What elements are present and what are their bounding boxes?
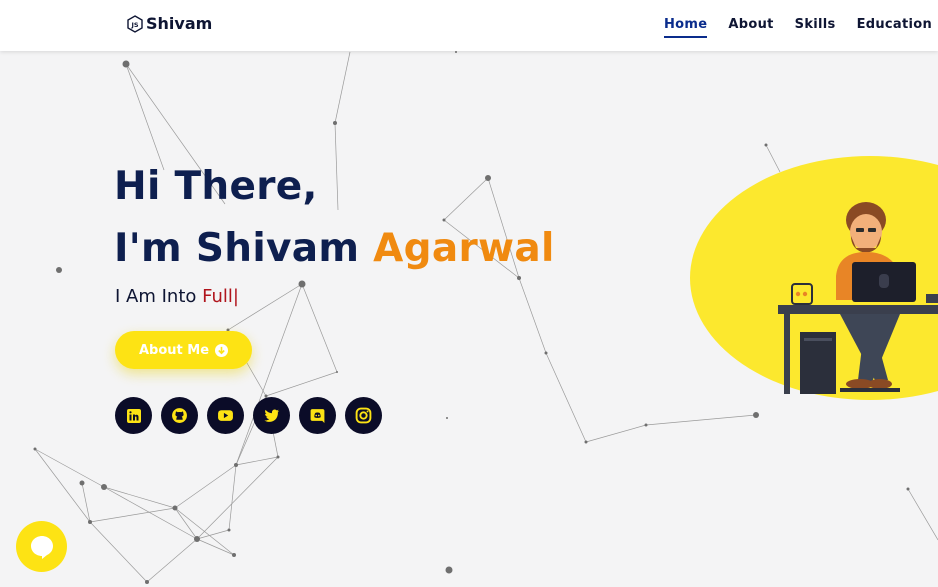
hero-name-line: I'm Shivam Agarwal [114,218,555,280]
nav-education[interactable]: Education [857,17,932,38]
chat-button[interactable] [16,521,67,572]
hero-name-accent: Agarwal [373,226,555,271]
instagram-icon[interactable] [345,397,382,434]
linkedin-icon[interactable] [115,397,152,434]
hero-heading: Hi There, I'm Shivam Agarwal [114,156,555,280]
developer-illustration [690,156,938,400]
logo[interactable]: JS Shivam [126,14,212,33]
hero-greeting-line: Hi There, [114,164,318,209]
twitter-icon[interactable] [253,397,290,434]
about-me-button[interactable]: About Me [115,331,252,369]
about-me-label: About Me [138,342,210,358]
nav-home[interactable]: Home [664,17,708,38]
arrow-down-circle-icon [215,343,229,357]
typed-word: Full| [202,286,239,307]
js-logo-icon: JS [127,14,143,33]
discord-icon[interactable] [299,397,336,434]
logo-text: Shivam [146,14,213,33]
typing-prefix: I Am Into [115,286,197,307]
navbar: JS Shivam Home About Skills Education W [0,0,938,51]
nav-skills[interactable]: Skills [795,17,836,38]
typing-text: I Am Into Full| [115,286,239,307]
svg-text:JS: JS [130,21,138,29]
nav-menu: Home About Skills Education W [664,17,938,38]
nav-about[interactable]: About [728,17,773,38]
chat-bubble-icon [30,535,53,559]
youtube-icon[interactable] [207,397,244,434]
github-icon[interactable] [161,397,198,434]
social-links [115,397,391,434]
hero-name-prefix: I'm Shivam [114,226,360,271]
